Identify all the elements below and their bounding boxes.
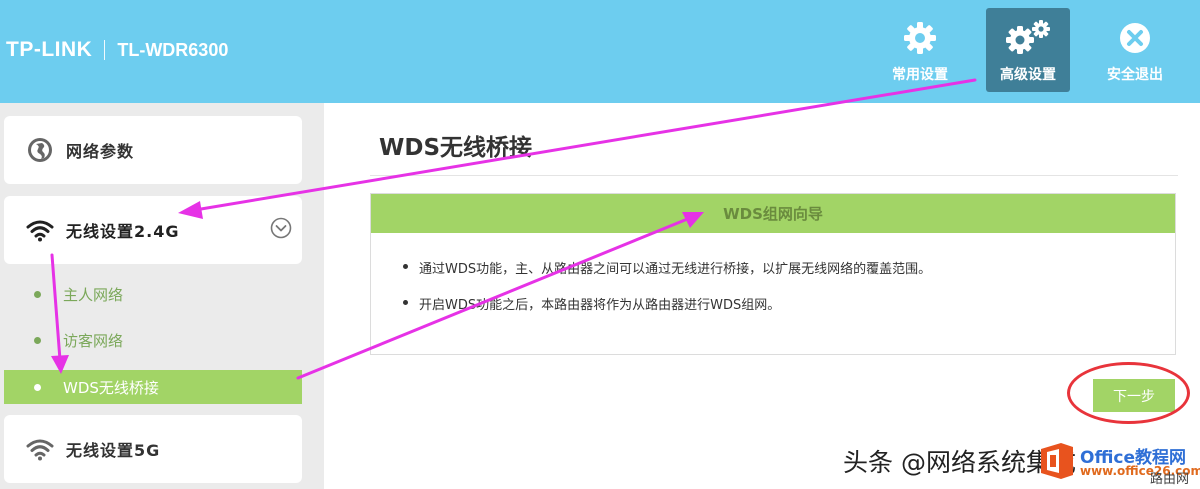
- top-header: TP-LINK TL-WDR6300 常用设置 高级设置 安全退出: [0, 0, 1200, 103]
- sidebar: 网络参数 无线设置2.4G 主人网络 访客网络 WDS无线桥接 无线设置5G: [0, 103, 324, 489]
- sidebar-item-label: 网络参数: [66, 142, 135, 161]
- sidebar-item-wireless-24g[interactable]: 无线设置2.4G: [4, 196, 302, 264]
- nav-label: 高级设置: [1000, 67, 1056, 83]
- gear-icon: [903, 20, 937, 56]
- office-logo-icon: [1039, 441, 1075, 481]
- watermark-corner: 路由网: [1150, 472, 1190, 487]
- chevron-down-icon[interactable]: [270, 217, 292, 243]
- title-divider: [370, 175, 1178, 176]
- sidebar-subitem-host-network[interactable]: 主人网络: [4, 277, 302, 311]
- info-list: 通过WDS功能，主、从路由器之间可以通过无线进行桥接，以扩展无线网络的覆盖范围。…: [371, 233, 1175, 313]
- sidebar-subitem-wds-bridge[interactable]: WDS无线桥接: [4, 370, 302, 404]
- brand-logo: TP-LINK: [6, 38, 93, 61]
- bullet-dot: [34, 290, 41, 298]
- page-title: WDS无线桥接: [379, 135, 533, 161]
- panel-header: WDS组网向导: [371, 194, 1175, 233]
- wifi-icon: [26, 435, 54, 463]
- nav-common-settings[interactable]: 常用设置: [878, 8, 962, 92]
- sidebar-item-label: 无线设置5G: [66, 441, 161, 460]
- list-item: 通过WDS功能，主、从路由器之间可以通过无线进行桥接，以扩展无线网络的覆盖范围。: [403, 258, 1175, 277]
- nav-label: 安全退出: [1107, 67, 1163, 83]
- gears-icon: [1003, 20, 1053, 56]
- sidebar-subitem-label: 主人网络: [63, 285, 124, 304]
- globe-icon: [26, 136, 54, 164]
- brand-separator: [104, 40, 106, 60]
- list-item: 开启WDS功能之后，本路由器将作为从路由器进行WDS组网。: [403, 294, 1175, 313]
- sidebar-subitem-guest-network[interactable]: 访客网络: [4, 323, 302, 357]
- nav-label: 常用设置: [892, 67, 948, 83]
- panel-header-title: WDS组网向导: [723, 205, 823, 223]
- bullet-dot: [34, 336, 41, 344]
- wds-wizard-panel: WDS组网向导 通过WDS功能，主、从路由器之间可以通过无线进行桥接，以扩展无线…: [370, 193, 1176, 355]
- sidebar-subitem-label: WDS无线桥接: [63, 378, 159, 397]
- sidebar-item-label: 无线设置2.4G: [66, 222, 180, 241]
- close-circle-icon: [1118, 20, 1152, 56]
- wifi-icon: [26, 216, 54, 244]
- sidebar-subitem-label: 访客网络: [63, 331, 124, 350]
- brand: TP-LINK TL-WDR6300: [6, 38, 228, 62]
- bullet-dot: [34, 383, 41, 391]
- nav-logout[interactable]: 安全退出: [1093, 8, 1177, 92]
- nav-advanced-settings[interactable]: 高级设置: [986, 8, 1070, 92]
- next-step-button[interactable]: 下一步: [1093, 379, 1175, 412]
- sidebar-item-wireless-5g[interactable]: 无线设置5G: [4, 415, 302, 483]
- model-name: TL-WDR6300: [117, 39, 229, 60]
- sidebar-item-network-params[interactable]: 网络参数: [4, 116, 302, 184]
